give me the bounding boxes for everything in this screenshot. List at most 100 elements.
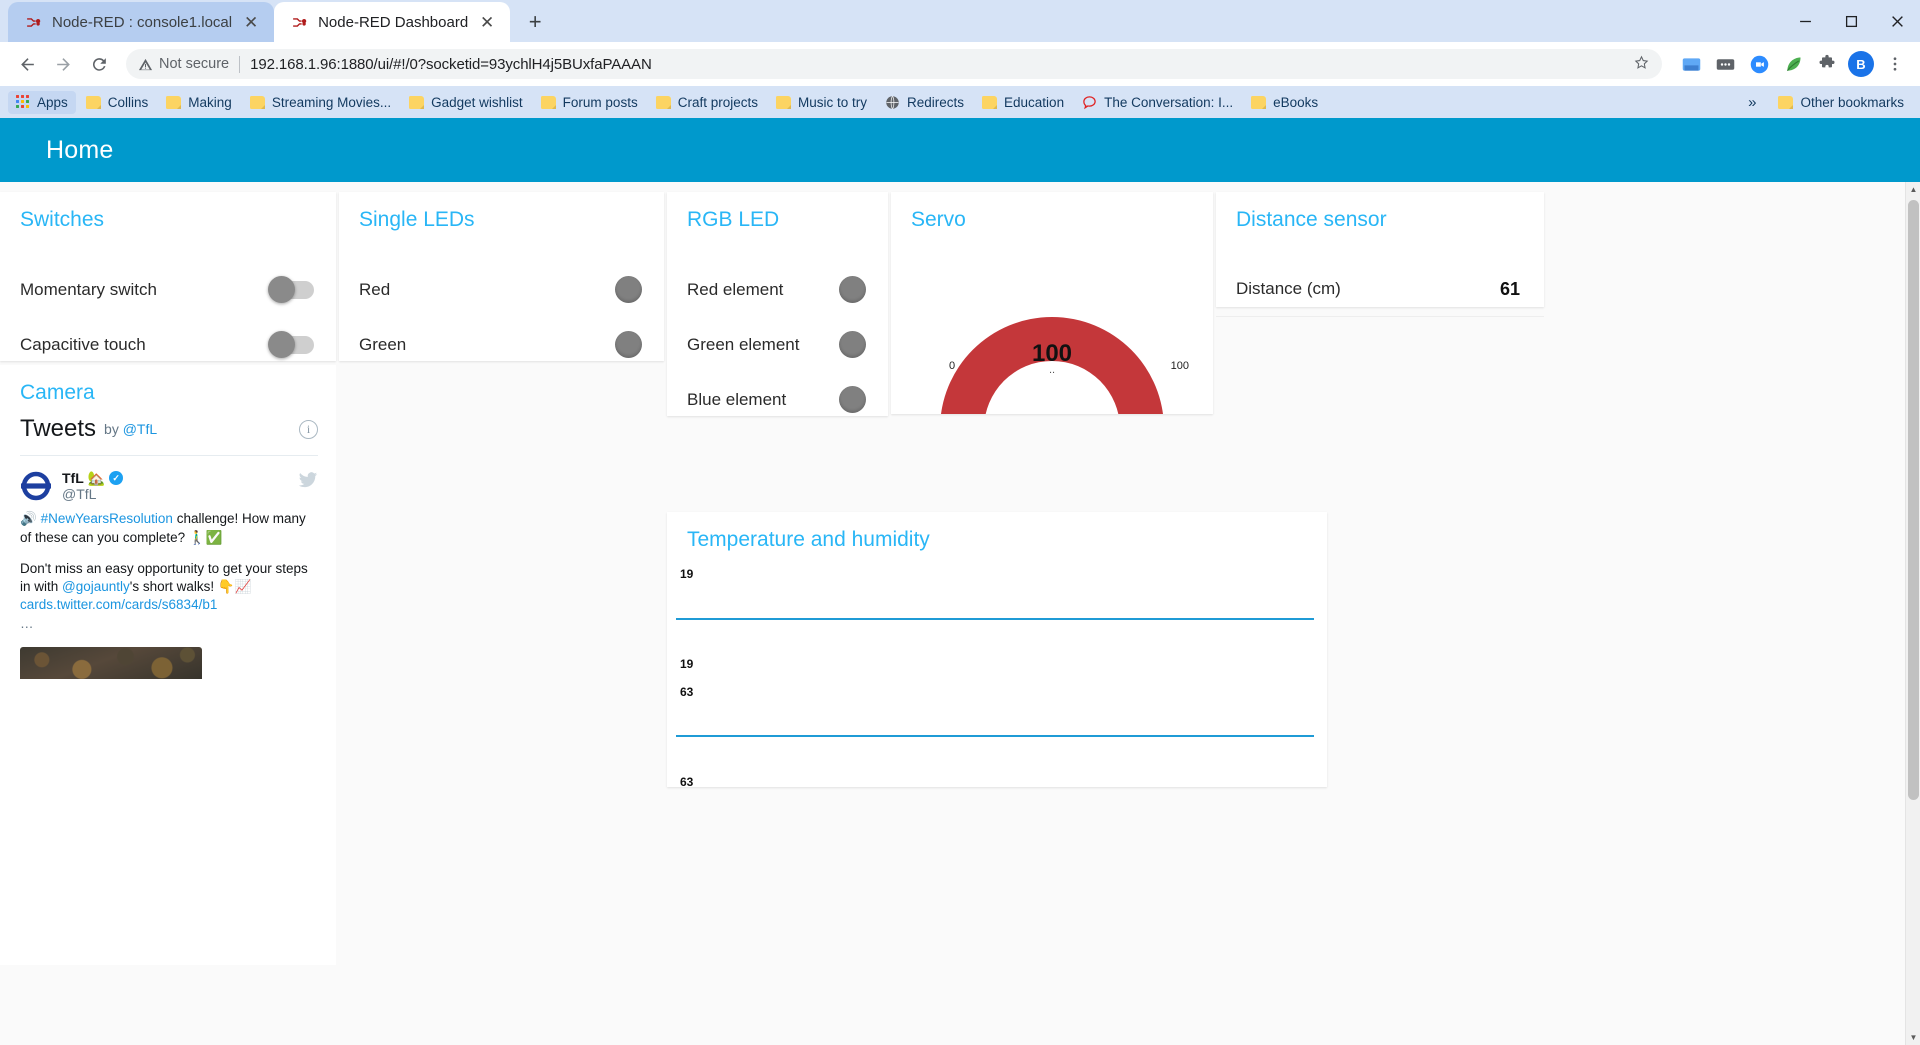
bookmark-craft-projects[interactable]: Craft projects	[648, 91, 766, 114]
more-extension-icon[interactable]	[1710, 49, 1740, 79]
row-momentary-switch: Momentary switch	[0, 262, 336, 317]
tweet-author-handle: @TfL	[62, 486, 97, 503]
bookmark-education[interactable]: Education	[974, 91, 1072, 114]
page-scrollbar[interactable]: ▲ ▼	[1905, 182, 1920, 1045]
node-red-icon	[290, 13, 308, 31]
bookmark-label: eBooks	[1273, 94, 1319, 110]
minimize-icon[interactable]	[1782, 0, 1828, 42]
bookmark-ebooks[interactable]: eBooks	[1243, 91, 1326, 114]
bookmark-label: Streaming Movies...	[271, 94, 392, 110]
bookmark-forum-posts[interactable]: Forum posts	[533, 91, 646, 114]
tab-node-red-dashboard[interactable]: Node-RED Dashboard ✕	[274, 2, 511, 42]
card-title: Temperature and humidity	[687, 528, 930, 551]
card-servo: Servo 100 .. 0 100	[891, 192, 1213, 414]
tweet-photo[interactable]	[20, 646, 202, 679]
tab-title: Node-RED : console1.local	[52, 13, 233, 31]
screenshot-extension-icon[interactable]	[1676, 49, 1706, 79]
tweet-card-link[interactable]: cards.twitter.com/cards/s6834/b1	[20, 597, 217, 612]
avatar: B	[1848, 51, 1874, 77]
chart-humidity: 63 63	[667, 675, 1327, 795]
led-indicator-red	[615, 276, 642, 303]
chrome-menu-icon[interactable]	[1880, 49, 1910, 79]
twitter-widget: Tweets by @TfL i TfL 🏡 ✓ @TfL 🔊 #NewYear…	[0, 405, 336, 679]
tweet-body: 🔊 #NewYearsResolution challenge! How man…	[20, 504, 318, 546]
leaf-extension-icon[interactable]	[1778, 49, 1808, 79]
twitter-widget-title: Tweets	[20, 415, 97, 442]
window-controls	[1782, 0, 1920, 42]
bookmarks-overflow-button[interactable]: »	[1740, 94, 1764, 111]
close-icon[interactable]: ✕	[476, 11, 498, 33]
scrollbar-thumb[interactable]	[1908, 200, 1919, 800]
profile-avatar[interactable]: B	[1846, 49, 1876, 79]
bookmarks-bar-right: » Other bookmarks	[1740, 91, 1912, 114]
servo-gauge: 100 .. 0 100	[891, 232, 1213, 414]
row-label: Capacitive touch	[20, 334, 146, 354]
bookmark-other-bookmarks[interactable]: Other bookmarks	[1770, 91, 1912, 114]
folder-icon	[409, 95, 425, 109]
twitter-account-link[interactable]: @TfL	[123, 421, 157, 437]
close-icon[interactable]: ✕	[240, 11, 262, 33]
row-rgb-red: Red element	[667, 262, 888, 317]
bookmark-redirects[interactable]: Redirects	[877, 91, 972, 114]
toggle-knob	[268, 275, 295, 303]
tab-node-red-console[interactable]: Node-RED : console1.local ✕	[8, 2, 275, 42]
info-icon[interactable]: i	[299, 419, 318, 439]
chart-ytick-bottom: 19	[680, 657, 694, 671]
scroll-up-icon[interactable]: ▲	[1906, 182, 1920, 197]
tweet-author-name: TfL 🏡 ✓	[62, 470, 298, 486]
toolbar-extensions: B	[1672, 49, 1910, 79]
bookmark-music-to-try[interactable]: Music to try	[768, 91, 875, 114]
row-label: Green	[359, 334, 407, 354]
gauge-unit: ..	[1048, 364, 1056, 376]
address-bar[interactable]: Not secure 192.168.1.96:1880/ui/#!/0?soc…	[126, 49, 1662, 79]
row-rgb-blue: Blue element	[667, 372, 888, 427]
new-tab-button[interactable]: +	[518, 5, 552, 39]
toggle-momentary-switch[interactable]	[268, 275, 314, 303]
bookmark-the-conversation[interactable]: The Conversation: I...	[1074, 91, 1241, 114]
node-red-icon	[24, 13, 42, 31]
close-window-icon[interactable]	[1874, 0, 1920, 42]
row-label: Red element	[687, 279, 784, 299]
folder-icon	[775, 95, 791, 109]
folder-icon	[166, 95, 182, 109]
tweet-author-row: TfL 🏡 ✓ @TfL	[20, 470, 318, 504]
card-title: Single LEDs	[359, 208, 475, 231]
bookmark-star-icon[interactable]	[1623, 54, 1650, 75]
security-indicator[interactable]: Not secure	[138, 56, 229, 72]
twitter-bird-icon	[298, 470, 318, 495]
bookmark-streaming-movies[interactable]: Streaming Movies...	[242, 91, 399, 114]
puzzle-extensions-icon[interactable]	[1812, 49, 1842, 79]
dashboard-grid: Switches Momentary switch Capacitive tou…	[0, 182, 1920, 1045]
scroll-down-icon[interactable]: ▼	[1906, 1030, 1920, 1045]
bookmark-apps[interactable]: Apps	[8, 90, 76, 114]
bookmark-label: Gadget wishlist	[431, 94, 523, 110]
gauge-max-tick: 100	[1170, 360, 1189, 372]
folder-icon	[1251, 95, 1267, 109]
folder-icon	[655, 95, 671, 109]
tweet-mention-link[interactable]: @gojauntly	[62, 579, 130, 594]
bookmark-label: Education	[1004, 94, 1065, 110]
globe-icon	[885, 95, 900, 110]
bookmark-gadget-wishlist[interactable]: Gadget wishlist	[401, 91, 531, 114]
warning-triangle-icon	[138, 58, 153, 70]
card-temperature-humidity: Temperature and humidity 19 19 63 63	[667, 512, 1327, 789]
toggle-capacitive-touch[interactable]	[268, 330, 314, 358]
led-indicator-green-element	[839, 331, 866, 358]
bookmark-making[interactable]: Making	[158, 91, 240, 114]
bookmark-label: Craft projects	[677, 94, 758, 110]
chart-ytick-top: 19	[680, 567, 694, 581]
video-extension-icon[interactable]	[1744, 49, 1774, 79]
bookmark-label: Other bookmarks	[1800, 94, 1904, 110]
row-capacitive-touch: Capacitive touch	[0, 317, 336, 372]
bookmark-collins[interactable]: Collins	[78, 91, 157, 114]
by-text: by	[104, 421, 119, 437]
back-button[interactable]	[10, 47, 44, 81]
card-title: Camera	[20, 381, 95, 404]
twitter-widget-header: Tweets by @TfL i	[20, 415, 318, 456]
maximize-icon[interactable]	[1828, 0, 1874, 42]
reload-button[interactable]	[82, 47, 116, 81]
author-display-name: TfL	[62, 470, 84, 486]
tweet-hashtag-link[interactable]: #NewYearsResolution	[41, 511, 173, 526]
forward-button[interactable]	[46, 47, 80, 81]
folder-icon	[1778, 95, 1794, 109]
